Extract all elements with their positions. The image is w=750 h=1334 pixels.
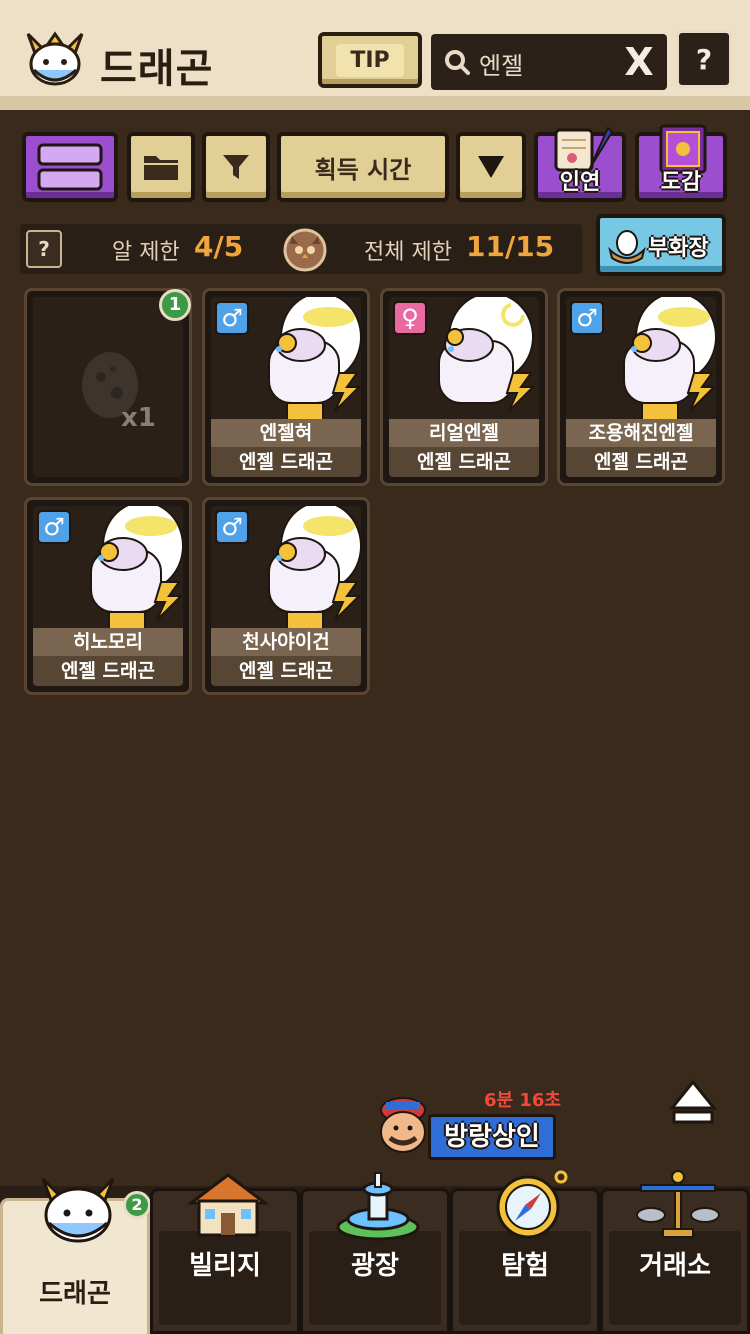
filter-icon	[223, 155, 249, 179]
bottom-nav: 드래곤 2 빌리지 광장 탐험 거래소	[0, 1170, 750, 1334]
folder-icon	[144, 156, 178, 180]
bond-label: 인연	[559, 170, 601, 195]
incubator-button[interactable]: 부화장	[596, 214, 726, 276]
tab-dragon-label: 드래곤	[39, 1279, 111, 1309]
egg-limit-value: 4/5	[194, 230, 244, 263]
header-divider	[0, 96, 750, 110]
dragon-type: 엔젤 드래곤	[389, 447, 539, 477]
male-gender-icon: ♂	[37, 510, 71, 544]
dragon-name: 엔젤혀	[211, 419, 361, 447]
male-gender-icon: ♂	[215, 510, 249, 544]
wandering-merchant-button[interactable]: 방랑상인	[428, 1114, 556, 1160]
dragon-type: 엔젤 드래곤	[566, 447, 716, 477]
merchant-timer: 6분 16초	[484, 1090, 561, 1111]
page-title: 드래곤	[100, 46, 214, 92]
incubator-label: 부화장	[648, 236, 709, 261]
dragon-type: 엔젤 드래곤	[33, 656, 183, 686]
search-field[interactable]: 엔젤 X	[431, 34, 667, 90]
tip-label: TIP	[336, 43, 404, 77]
dragon-type: 엔젤 드래곤	[211, 447, 361, 477]
dragon-logo-icon	[26, 31, 84, 86]
clear-search-button[interactable]: X	[619, 40, 659, 84]
tab-village-label: 빌리지	[189, 1251, 261, 1281]
dragon-card[interactable]: ♂ 천사야이건 엔젤 드래곤	[202, 497, 370, 695]
female-gender-icon: ♀	[393, 301, 427, 335]
tab-village[interactable]: 빌리지	[150, 1173, 300, 1334]
total-limit-value: 11/15	[466, 230, 555, 263]
nest-egg-icon	[608, 230, 646, 264]
search-icon	[445, 50, 470, 75]
list-view-icon	[37, 143, 103, 191]
dragon-card[interactable]: ♂ 엔젤혀 엔젤 드래곤	[202, 288, 370, 486]
dragon-card-inner: ♂ 천사야이건 엔젤 드래곤	[211, 506, 361, 686]
tab-exchange-label: 거래소	[639, 1251, 711, 1281]
sort-select[interactable]: 획득 시간	[277, 132, 449, 202]
notification-badge: 2	[123, 1191, 151, 1219]
dragon-card[interactable]: ♂ 조용해진엔젤 엔젤 드래곤	[557, 288, 725, 486]
fountain-icon	[336, 1172, 420, 1241]
filter-button[interactable]	[202, 132, 270, 202]
scroll-top-button[interactable]	[668, 1078, 718, 1128]
dragon-tab-icon	[41, 1177, 115, 1243]
limit-help-button[interactable]: ?	[26, 230, 62, 268]
male-gender-icon: ♂	[215, 301, 249, 335]
scale-icon	[636, 1170, 720, 1238]
total-limit-label: 전체 제한	[364, 240, 452, 265]
tab-dragon[interactable]: 드래곤 2	[0, 1177, 151, 1334]
search-input[interactable]: 엔젤	[479, 46, 523, 81]
tab-plaza[interactable]: 광장	[300, 1172, 450, 1334]
view-toggle-button[interactable]	[22, 132, 118, 202]
merchant-avatar-icon[interactable]	[372, 1096, 434, 1156]
owl-icon	[283, 228, 327, 272]
encyclopedia-button[interactable]: 도감	[635, 124, 727, 202]
top-header: 드래곤 TIP 엔젤 X ?	[0, 0, 750, 108]
tab-exchange[interactable]: 거래소	[600, 1170, 750, 1334]
egg-slot-inner: x1	[33, 297, 183, 477]
dragon-name: 천사야이건	[211, 628, 361, 656]
dragon-card-inner: ♂ 조용해진엔젤 엔젤 드래곤	[566, 297, 716, 477]
dragon-name: 히노모리	[33, 628, 183, 656]
male-gender-icon: ♂	[570, 301, 604, 335]
bond-button[interactable]: 인연	[534, 126, 626, 202]
dragon-card-inner: ♂ 히노모리 엔젤 드래곤	[33, 506, 183, 686]
dragon-card[interactable]: ♀ 리얼엔젤 엔젤 드래곤	[380, 288, 548, 486]
tab-explore-label: 탐험	[501, 1251, 549, 1281]
notification-badge: 1	[159, 289, 191, 321]
compass-icon	[496, 1170, 568, 1239]
dragon-card-inner: ♀ 리얼엔젤 엔젤 드래곤	[389, 297, 539, 477]
house-icon	[186, 1173, 270, 1237]
dragon-card-inner: ♂ 엔젤혀 엔젤 드래곤	[211, 297, 361, 477]
encyclopedia-label: 도감	[660, 170, 702, 195]
dragon-name: 조용해진엔젤	[566, 419, 716, 447]
dragon-name: 리얼엔젤	[389, 419, 539, 447]
triangle-down-icon	[478, 156, 504, 178]
dragon-type: 엔젤 드래곤	[211, 656, 361, 686]
folder-button[interactable]	[127, 132, 195, 202]
limit-bar: ? 알 제한 4/5 전체 제한 11/15	[20, 224, 582, 274]
egg-count: x1	[121, 403, 156, 433]
egg-slot[interactable]: x1 1	[24, 288, 192, 486]
tab-explore[interactable]: 탐험	[450, 1170, 600, 1334]
help-button[interactable]: ?	[676, 30, 732, 88]
dragon-card[interactable]: ♂ 히노모리 엔젤 드래곤	[24, 497, 192, 695]
tip-button[interactable]: TIP	[318, 32, 422, 88]
egg-limit-label: 알 제한	[112, 240, 180, 265]
tab-plaza-label: 광장	[351, 1251, 399, 1281]
sort-order-button[interactable]	[456, 132, 526, 202]
